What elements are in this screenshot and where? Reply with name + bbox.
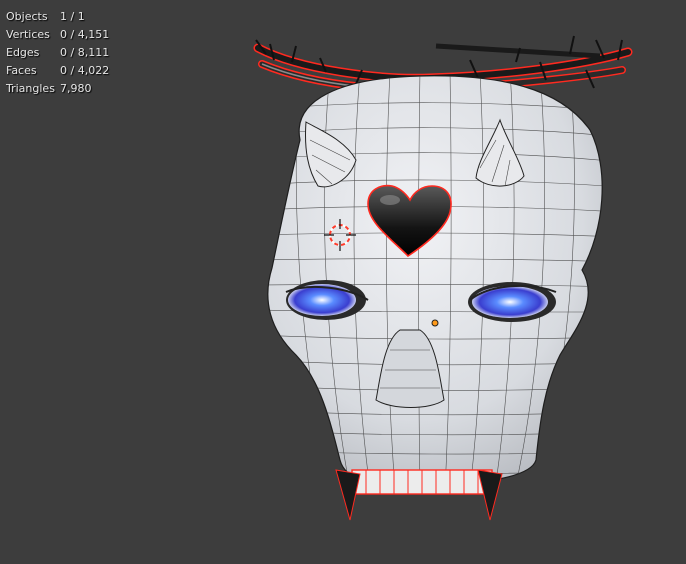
stat-label: Faces (6, 64, 37, 77)
right-eye[interactable] (468, 282, 557, 322)
stat-label: Edges (6, 46, 40, 59)
stat-triangles: Triangles 7,980 (6, 80, 109, 98)
stat-label: Triangles (6, 82, 55, 95)
stat-value: 7,980 (60, 82, 92, 95)
stat-vertices: Vertices 0 / 4,151 (6, 26, 109, 44)
stat-value: 0 / 4,151 (60, 28, 110, 41)
stat-value: 0 / 4,022 (60, 64, 110, 77)
stat-label: Objects (6, 10, 48, 23)
stat-faces: Faces 0 / 4,022 (6, 62, 109, 80)
scene-statistics-overlay: Objects 1 / 1 Vertices 0 / 4,151 Edges 0… (6, 8, 109, 98)
stat-edges: Edges 0 / 8,111 (6, 44, 109, 62)
skull-mesh[interactable] (260, 70, 620, 521)
teeth[interactable] (335, 469, 503, 521)
object-origin-icon (431, 319, 439, 327)
stat-label: Vertices (6, 28, 50, 41)
stat-value: 0 / 8,111 (60, 46, 110, 59)
3d-viewport[interactable]: Objects 1 / 1 Vertices 0 / 4,151 Edges 0… (0, 0, 686, 564)
stat-objects: Objects 1 / 1 (6, 8, 109, 26)
stat-value: 1 / 1 (60, 10, 85, 23)
